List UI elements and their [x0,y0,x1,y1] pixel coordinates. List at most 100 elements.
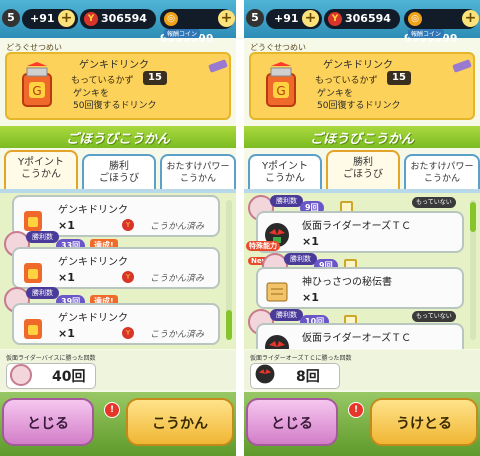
kamen-rider-ooo-icon [265,335,289,349]
svg-text:G: G [32,84,41,98]
list-item[interactable]: 仮面ライダーオーズＴＣ [256,323,464,349]
item-description: ゲンキを 50回復するドリンク [73,89,157,111]
add-plus-button[interactable]: + [58,10,75,27]
coin-icon: ◎ [408,12,422,26]
item-description-card: G ゲンキドリンク もっているかず 15 ゲンキを 50回復するドリンク [249,52,475,120]
item-name: 仮面ライダーオーズＴＣ [302,333,412,344]
level-badge: 5 [246,9,264,27]
footer-count: 8回 [296,369,320,385]
exchanged-status: こうかん済み [150,330,205,340]
win-label: 勝利数 [284,253,317,265]
notification-badge: ! [104,402,120,418]
exchange-button[interactable]: こうかん [126,398,234,446]
item-qty: ×1 [302,235,319,248]
item-tag-icon [208,59,228,73]
tab-support-power[interactable]: おたすけパワー こうかん [160,154,236,190]
coin-icon: ◎ [164,12,178,26]
exchanged-status: こうかん済み [150,222,205,232]
item-count: 15 [143,71,167,85]
genki-drink-icon [24,263,42,283]
yen-text: 306594 [345,12,391,25]
item-count: 15 [387,71,411,85]
item-name: 神ひっさつの秘伝書 [302,277,392,288]
left-panel: 5 +91 + Y 306594 ◎9999999 + 報酬コイン どうぐせつめい… [0,0,236,456]
yen-coin-icon: Y [84,12,98,26]
not-owned-badge: もっていない [412,197,456,208]
scrollbar[interactable] [226,200,232,340]
scrollbar-thumb[interactable] [226,310,232,340]
win-label: 勝利数 [270,195,303,207]
item-name: 仮面ライダーオーズＴＣ [302,221,412,232]
reward-list: 勝利数 9回 もっていない 仮面ライダーオーズＴＣ ×1 特殊能力 New 勝利… [244,193,480,349]
footer-label: 仮面ライダーオーズＴＣに勝った回数 [250,355,352,362]
scrollbar[interactable] [470,200,476,340]
top-bar: 5 +91 + Y 306594 ◎9999999 + 報酬コイン [0,0,236,45]
item-description: ゲンキを 50回復するドリンク [317,89,401,111]
item-name: ゲンキドリンク [79,60,149,71]
list-item[interactable]: 神ひっさつの秘伝書 ×1 [256,267,464,309]
level-badge: 5 [2,9,20,27]
footer-label: 仮面ライダーバイスに勝った回数 [6,355,96,362]
scroll-book-icon [266,282,288,302]
genki-drink-icon: G [266,62,296,107]
section-title: ごほうびこうかん [309,132,414,147]
list-item[interactable]: ゲンキドリンク ×1 Y こうかん済み [12,247,220,289]
reward-coin-label: 報酬コイン [164,29,201,38]
item-qty: ×1 [58,219,75,232]
item-qty: ×1 [302,291,319,304]
receive-button[interactable]: うけとる [370,398,478,446]
item-name: ゲンキドリンク [58,205,128,216]
seal-icon: Y [122,327,134,339]
item-description-card: G ゲンキドリンク もっているかず 15 ゲンキを 50回復するドリンク [5,52,231,120]
item-name: ゲンキドリンク [323,60,393,71]
tab-support-power[interactable]: おたすけパワー こうかん [404,154,480,190]
reward-coin-label: 報酬コイン [408,29,445,38]
yen-counter: Y 306594 [324,9,400,29]
item-count-label: もっているかず [71,76,134,86]
win-label: 勝利数 [26,231,59,243]
list-item[interactable]: 仮面ライダーオーズＴＣ ×1 [256,211,464,253]
genki-drink-icon [24,211,42,231]
not-owned-badge: もっていない [412,311,456,322]
reward-list: ゲンキドリンク ×1 Y こうかん済み 勝利数 33回 達成! ゲンキドリンク … [0,193,236,349]
plus-count-text: +91 [274,12,299,25]
item-tag-icon [452,59,472,73]
divider [236,0,244,456]
yen-text: 306594 [101,12,147,25]
item-name: ゲンキドリンク [58,257,128,268]
yen-coin-icon: Y [328,12,342,26]
list-item[interactable]: ゲンキドリンク ×1 Y こうかん済み [12,303,220,345]
special-ability-tag: 特殊能力 [246,241,280,251]
win-label: 勝利数 [270,309,303,321]
scrollbar-thumb[interactable] [470,202,476,232]
exchanged-status: こうかん済み [150,274,205,284]
item-qty: ×1 [58,327,75,340]
right-panel: 5 +91 + Y 306594 ◎9999999 + 報酬コイン どうぐせつめい… [244,0,480,456]
section-title: ごほうびこうかん [65,132,170,147]
add-coin-button[interactable]: + [462,10,479,27]
kamen-rider-ooo-icon [255,364,275,384]
tab-victory-reward[interactable]: 勝利 ごほうび [326,150,400,190]
add-coin-button[interactable]: + [218,10,235,27]
seal-icon: Y [122,271,134,283]
win-label: 勝利数 [26,287,59,299]
genki-drink-icon: G [22,62,52,107]
seal-icon: Y [122,219,134,231]
tab-victory-reward[interactable]: 勝利 ごほうび [82,154,156,190]
tab-ypoint[interactable]: Yポイント こうかん [248,154,322,190]
add-plus-button[interactable]: + [302,10,319,27]
tab-ypoint[interactable]: Yポイント こうかん [4,150,78,190]
svg-text:G: G [276,84,285,98]
item-name: ゲンキドリンク [58,313,128,324]
notification-badge: ! [348,402,364,418]
item-qty: ×1 [58,271,75,284]
item-count-label: もっているかず [315,76,378,86]
close-button[interactable]: とじる [246,398,338,446]
footer-count: 40回 [52,369,86,385]
close-button[interactable]: とじる [2,398,94,446]
yen-counter: Y 306594 [80,9,156,29]
top-bar: 5 +91 + Y 306594 ◎9999999 + 報酬コイン [244,0,480,45]
genki-drink-icon [24,319,42,339]
plus-count-text: +91 [30,12,55,25]
vice-avatar-icon [10,364,32,386]
